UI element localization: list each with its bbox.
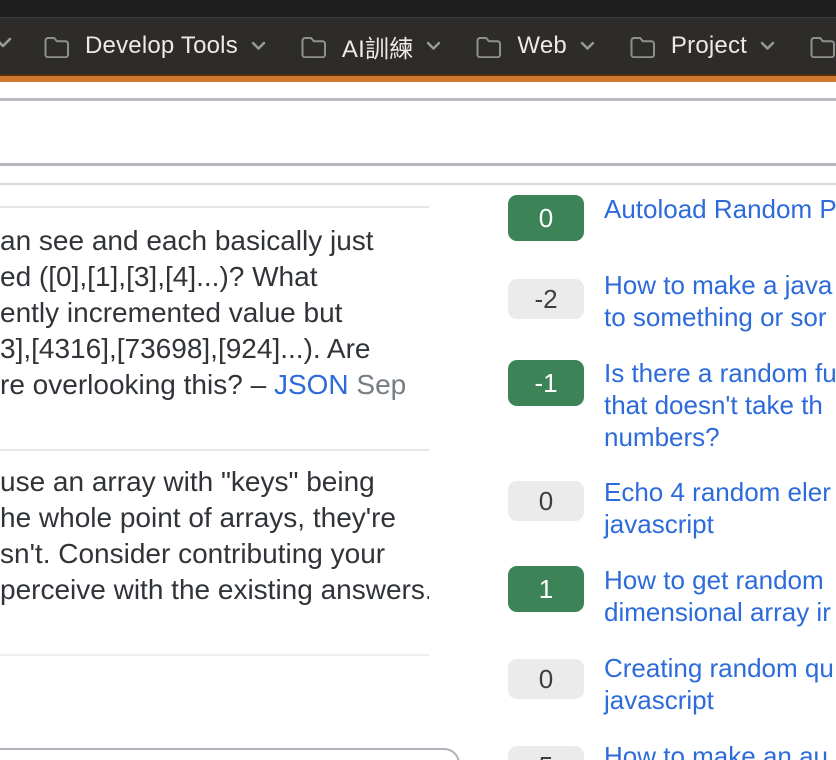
comment-text: sn't. Consider contributing your — [0, 538, 385, 569]
comment: an see and each basically just ed ([0],[1… — [0, 223, 429, 403]
comment-text: 3],[4316],[73698],[924]...). Are — [0, 333, 370, 364]
related-question-title-line: How to make an au — [604, 740, 828, 760]
related-question-link[interactable]: How to make a javato something or sor — [604, 269, 832, 333]
vote-count-badge: 5 — [508, 746, 584, 760]
comment: use an array with "keys" being he whole p… — [0, 464, 429, 608]
folder-icon — [629, 35, 656, 58]
related-question-link[interactable]: How to get randomdimensional array ir — [604, 564, 831, 628]
related-question-title-line: Autoload Random P — [604, 193, 836, 225]
related-question-link[interactable]: How to make an au — [604, 740, 828, 760]
related-question-link[interactable]: Autoload Random P — [604, 193, 836, 225]
folder-icon — [475, 35, 502, 58]
comment-date: Sep — [356, 369, 406, 400]
comments-section: an see and each basically just ed ([0],[1… — [0, 0, 429, 760]
related-question-link[interactable]: Is there a random futhat doesn't take th… — [604, 357, 836, 453]
comment-divider — [0, 654, 429, 656]
related-question-title-line: javascript — [604, 508, 831, 540]
related-question-title-line: javascript — [604, 684, 834, 716]
related-question-title-line: dimensional array ir — [604, 596, 831, 628]
related-question-title-line: Creating random qu — [604, 652, 834, 684]
chevron-down-icon — [580, 41, 595, 51]
related-question-title-line: numbers? — [604, 421, 836, 453]
related-question-title-line: Is there a random fu — [604, 357, 836, 389]
comment-divider — [0, 206, 429, 208]
bookmark-folder[interactable] — [809, 35, 836, 58]
chevron-down-icon — [760, 41, 775, 51]
browser-window: Develop Tools AI訓練 Web Projec — [0, 0, 836, 760]
vote-count-badge: 0 — [508, 659, 584, 699]
comment-text-line: ed ([0],[1],[3],[4]...)? What — [0, 259, 429, 295]
comment-divider — [0, 449, 429, 451]
comment-text-line: ently incremented value but — [0, 295, 429, 331]
comment-text-line: perceive with the existing answers. — [0, 572, 429, 608]
bookmark-folder[interactable]: Project — [629, 32, 775, 60]
comment-text-line: 3],[4316],[73698],[924]...). Are — [0, 331, 429, 367]
comment-text: re overlooking this? – — [0, 369, 274, 400]
related-question-title-line: to something or sor — [604, 301, 832, 333]
answer-editor-box[interactable] — [0, 748, 460, 760]
comment-text-line: sn't. Consider contributing your — [0, 536, 429, 572]
comment-text: an see and each basically just — [0, 225, 374, 256]
comment-text: perceive with the existing answers. — [0, 574, 429, 605]
vote-count-badge: -1 — [508, 360, 584, 406]
related-question-link[interactable]: Echo 4 random elerjavascript — [604, 476, 831, 540]
comment-text: use an array with "keys" being — [0, 466, 375, 497]
related-question-title-line: How to get random — [604, 564, 831, 596]
bookmark-folder[interactable]: Web — [475, 32, 595, 60]
comment-text: he whole point of arrays, they're — [0, 502, 396, 533]
vote-count-badge: 1 — [508, 566, 584, 612]
vote-count-badge: 0 — [508, 481, 584, 521]
related-question-title-line: How to make a java — [604, 269, 832, 301]
vote-count-badge: 0 — [508, 195, 584, 241]
bookmark-folder-label: Project — [671, 32, 747, 60]
vote-count-badge: -2 — [508, 279, 584, 319]
folder-icon — [809, 35, 836, 58]
related-question-title-line: Echo 4 random eler — [604, 476, 831, 508]
comment-author-link[interactable]: JSON — [274, 369, 349, 400]
related-question-link[interactable]: Creating random qujavascript — [604, 652, 834, 716]
comment-text: ed ([0],[1],[3],[4]...)? What — [0, 261, 317, 292]
bookmark-folder-label: Web — [517, 32, 567, 60]
comment-text-line: use an array with "keys" being — [0, 464, 429, 500]
comment-text-line: he whole point of arrays, they're — [0, 500, 429, 536]
comment-text: ently incremented value but — [0, 297, 342, 328]
comment-text-line: re overlooking this? – JSON Sep — [0, 367, 429, 403]
comment-text-line: an see and each basically just — [0, 223, 429, 259]
related-question-title-line: that doesn't take th — [604, 389, 836, 421]
